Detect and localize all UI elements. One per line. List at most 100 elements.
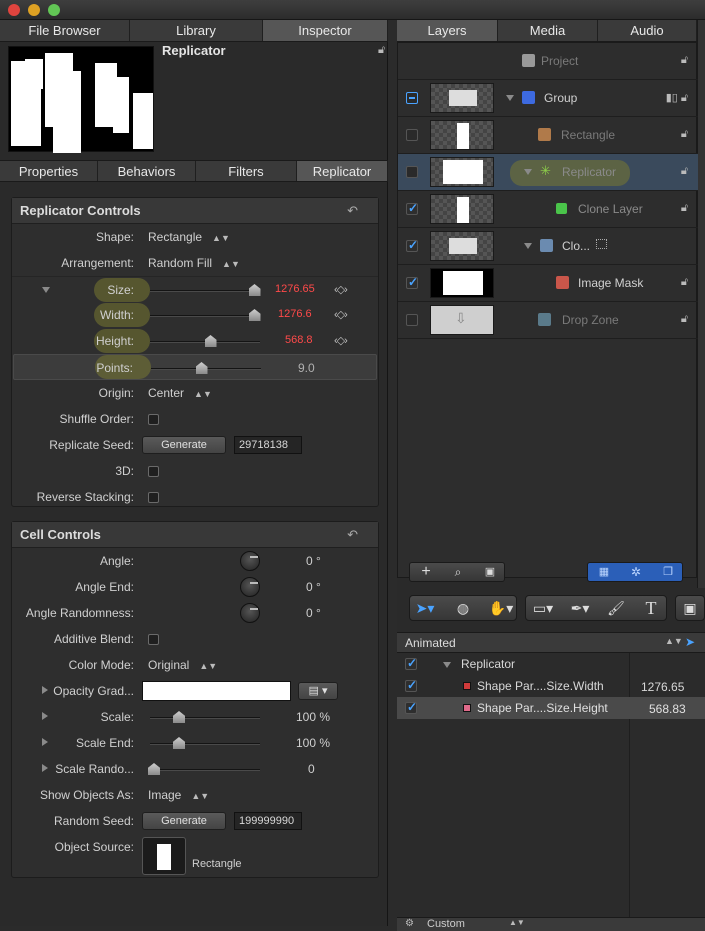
disclosure-triangle-icon[interactable] [42,738,48,746]
tab-layers[interactable]: Layers [397,20,498,41]
layer-row-replicator[interactable]: ✳ Replicator 🔓︎ [398,154,698,191]
keyframe-row-replicator[interactable]: Replicator [397,653,705,675]
custom-popup[interactable]: Custom [427,918,465,930]
angle-end-value[interactable]: 0 ° [306,580,321,594]
popup-arrows-icon[interactable]: ▲▼ [665,636,683,646]
width-slider[interactable] [150,315,260,317]
keyframe-checkbox[interactable] [405,678,417,692]
layer-active-checkbox[interactable] [406,166,418,178]
gear-icon[interactable]: ✲ [620,563,652,587]
disclosure-triangle-icon[interactable] [524,169,532,175]
tab-audio[interactable]: Audio [598,20,697,41]
keyframe-row-width[interactable]: Shape Par....Size.Width 1276.65 [397,675,705,697]
pen-tool-icon[interactable]: ✒▾ [562,596,598,620]
angle-end-dial[interactable] [240,577,260,597]
height-slider-knob[interactable] [204,335,217,347]
scale-end-slider[interactable] [150,743,260,745]
layer-row-drop-zone[interactable]: ⇩ Drop Zone 🔓︎ [398,302,698,339]
layer-active-checkbox[interactable] [406,201,418,215]
scale-slider-knob[interactable] [173,711,185,723]
lock-icon[interactable]: 🔓︎ [681,276,688,289]
random-seed-field[interactable]: 199999990 [234,812,302,830]
lock-icon[interactable]: ▮▯ 🔓︎ [666,91,688,105]
keyframe-nav-icon[interactable]: ‹◇› [334,334,348,347]
angle-randomness-dial[interactable] [240,603,260,623]
tab-library[interactable]: Library [130,20,263,41]
layer-row-clone-layer[interactable]: Clone Layer 🔓︎ [398,191,698,228]
layer-row-rectangle[interactable]: Rectangle 🔓︎ [398,117,698,154]
shape-tool-icon[interactable]: ▭▾ [526,596,560,620]
stack-view-icon[interactable]: ❐ [652,563,684,587]
angle-dial[interactable] [240,551,260,571]
layer-active-checkbox[interactable] [406,275,418,289]
tab-filters[interactable]: Filters [196,161,297,181]
shape-popup[interactable]: Rectangle ▲▼ [148,230,230,244]
size-slider-knob[interactable] [248,284,261,296]
shuffle-order-checkbox[interactable] [148,414,159,425]
height-curve-value[interactable]: 568.83 [649,702,686,716]
show-objects-as-popup[interactable]: Image ▲▼ [148,788,209,802]
lock-icon[interactable]: 🔓︎ [681,54,688,67]
points-value[interactable]: 9.0 [298,361,315,375]
lock-icon[interactable]: 🔓︎ [378,44,385,57]
scale-value[interactable]: 100 % [296,710,330,724]
scale-randomness-slider[interactable] [150,769,260,771]
size-slider[interactable] [150,290,260,292]
close-window-button[interactable] [8,4,20,16]
scale-end-value[interactable]: 100 % [296,736,330,750]
height-value[interactable]: 568.8 [285,334,313,346]
opacity-gradient-swatch[interactable] [142,681,291,701]
keyframe-checkbox[interactable] [405,656,417,670]
generate-seed-button[interactable]: Generate [142,436,226,454]
tab-replicator[interactable]: Replicator [297,161,388,181]
disclosure-triangle-icon[interactable] [42,686,48,694]
disclosure-triangle-icon[interactable] [42,764,48,772]
keyframe-nav-icon[interactable]: ‹◇› [334,283,348,296]
reset-icon[interactable]: ↶ [347,203,358,219]
disclosure-triangle-icon[interactable] [42,287,50,293]
footer-options-icon[interactable]: ⚙︎ [405,918,414,929]
animated-popup[interactable]: Animated [405,636,456,650]
tab-media[interactable]: Media [498,20,598,41]
angle-randomness-value[interactable]: 0 ° [306,606,321,620]
lock-icon[interactable]: 🔓︎ [681,313,688,326]
generate-random-seed-button[interactable]: Generate [142,812,226,830]
object-source-well[interactable] [142,837,186,875]
scale-slider[interactable] [150,717,260,719]
layer-row-clone-group[interactable]: Clo... [398,228,698,265]
threed-checkbox[interactable] [148,466,159,477]
tab-properties[interactable]: Properties [0,161,98,181]
reverse-stacking-checkbox[interactable] [148,492,159,503]
color-mode-popup[interactable]: Original ▲▼ [148,658,217,672]
scale-randomness-slider-knob[interactable] [148,763,160,775]
layer-row-group[interactable]: Group ▮▯ 🔓︎ [398,80,698,117]
layer-active-checkbox[interactable] [406,314,418,326]
reset-icon[interactable]: ↶ [347,527,358,543]
disclosure-triangle-icon[interactable] [443,662,451,668]
origin-popup[interactable]: Center ▲▼ [148,386,212,400]
points-slider-knob[interactable] [195,362,208,374]
width-slider-knob[interactable] [248,309,261,321]
gradient-preset-popup[interactable]: ▤ ▾ [298,682,338,700]
pan-tool-icon[interactable]: ✋▾ [484,596,518,620]
scale-randomness-value[interactable]: 0 [308,762,315,776]
minimize-window-button[interactable] [28,4,40,16]
lock-icon[interactable]: 🔓︎ [681,165,688,178]
orbit-tool-icon[interactable]: ◍ [446,596,480,620]
width-curve-value[interactable]: 1276.65 [641,680,684,694]
width-value[interactable]: 1276.6 [278,308,312,320]
add-layer-icon[interactable]: + [410,563,442,587]
tab-file-browser[interactable]: File Browser [0,20,130,41]
tab-inspector[interactable]: Inspector [263,20,388,41]
disclosure-triangle-icon[interactable] [524,243,532,249]
size-value[interactable]: 1276.65 [275,283,315,295]
additive-blend-checkbox[interactable] [148,634,159,645]
layer-active-checkbox[interactable] [406,238,418,252]
lock-icon[interactable]: 🔓︎ [681,202,688,215]
keyframe-checkbox[interactable] [405,700,417,714]
zoom-window-button[interactable] [48,4,60,16]
lock-icon[interactable]: 🔓︎ [681,128,688,141]
search-icon[interactable]: ⌕ [442,563,474,587]
select-tool-icon[interactable]: ➤▾ [410,596,440,620]
disclosure-triangle-icon[interactable] [506,95,514,101]
